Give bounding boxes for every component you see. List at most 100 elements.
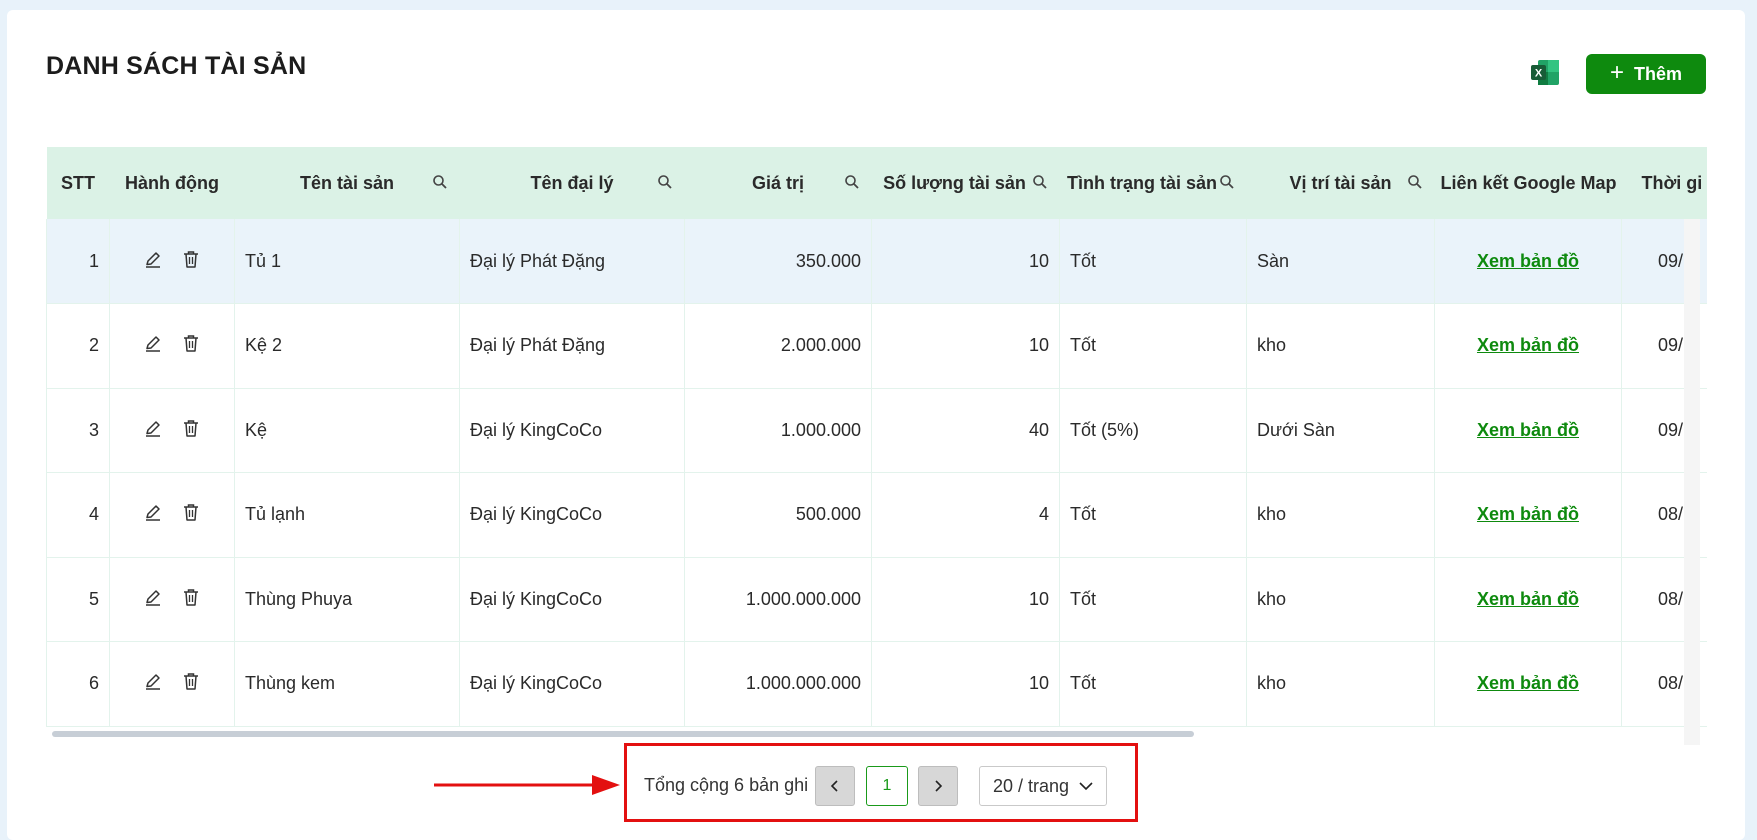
cell-stt: 3 [46, 388, 110, 473]
map-link[interactable]: Xem bản đồ [1477, 335, 1579, 355]
col-header-status: Tình trạng tài sản [1060, 147, 1247, 219]
cell-map-link: Xem bản đồ [1434, 641, 1622, 726]
cell-stt: 2 [46, 303, 110, 388]
add-button[interactable]: + Thêm [1586, 54, 1706, 94]
cell-agent-name: Đại lý Phát Đặng [459, 303, 685, 388]
cell-actions [109, 388, 235, 473]
cell-agent-name: Đại lý KingCoCo [459, 472, 685, 557]
map-link[interactable]: Xem bản đồ [1477, 251, 1579, 271]
table-row[interactable]: 2 Kệ 2 Đại lý Phát Đặng 2.000.000 10 Tốt kho Xe… [46, 303, 1707, 388]
table-row[interactable]: 5 Thùng Phuya Đại lý KingCoCo 1.000.000.000… [46, 557, 1707, 642]
col-header-stt: STT [61, 172, 95, 193]
chevron-right-icon [935, 780, 943, 792]
cell-status: Tốt [1059, 219, 1247, 304]
edit-icon[interactable] [143, 333, 163, 358]
edit-icon[interactable] [143, 418, 163, 443]
svg-text:X: X [1535, 68, 1543, 80]
col-header-agent-name: Tên đại lý [460, 147, 685, 219]
cell-stt: 6 [46, 641, 110, 726]
map-link[interactable]: Xem bản đồ [1477, 420, 1579, 440]
search-icon[interactable] [657, 174, 673, 190]
map-link[interactable]: Xem bản đồ [1477, 589, 1579, 609]
page-title: DANH SÁCH TÀI SẢN [46, 52, 307, 80]
pagination-total: Tổng cộng 6 bản ghi [644, 775, 809, 795]
current-page-button[interactable]: 1 [866, 766, 908, 806]
cell-map-link: Xem bản đồ [1434, 219, 1622, 304]
col-header-location: Vị trí tài sản [1247, 147, 1435, 219]
search-icon[interactable] [1407, 174, 1423, 190]
delete-icon[interactable] [181, 587, 201, 612]
map-link[interactable]: Xem bản đồ [1477, 673, 1579, 693]
table-row[interactable]: 4 Tủ lạnh Đại lý KingCoCo 500.000 4 Tốt kho Xem… [46, 472, 1707, 557]
cell-status: Tốt [1059, 557, 1247, 642]
prev-page-button[interactable] [815, 766, 855, 806]
search-icon[interactable] [844, 174, 860, 190]
chevron-down-icon [1079, 782, 1093, 791]
cell-quantity: 10 [871, 303, 1060, 388]
cell-actions [109, 303, 235, 388]
page-size-label: 20 / trang [992, 775, 1070, 796]
cell-asset-name: Thùng kem [234, 641, 460, 726]
cell-quantity: 10 [871, 641, 1060, 726]
cell-stt: 4 [46, 472, 110, 557]
delete-icon[interactable] [181, 333, 201, 358]
col-header-map-link: Liên kết Google Map [1440, 172, 1617, 193]
cell-map-link: Xem bản đồ [1434, 303, 1622, 388]
cell-status: Tốt (5%) [1059, 388, 1247, 473]
cell-location: Dưới Sàn [1246, 388, 1435, 473]
edit-icon[interactable] [143, 587, 163, 612]
cell-map-link: Xem bản đồ [1434, 388, 1622, 473]
cell-status: Tốt [1059, 472, 1247, 557]
col-header-value: Giá trị [685, 147, 872, 219]
annotation-arrow [434, 775, 620, 795]
edit-icon[interactable] [143, 249, 163, 274]
cell-stt: 5 [46, 557, 110, 642]
cell-agent-name: Đại lý KingCoCo [459, 641, 685, 726]
table-row[interactable]: 3 Kệ Đại lý KingCoCo 1.000.000 40 Tốt (5%) Dướ… [46, 388, 1707, 473]
cell-quantity: 10 [871, 219, 1060, 304]
search-icon[interactable] [1219, 174, 1235, 190]
delete-icon[interactable] [181, 249, 201, 274]
add-button-label: Thêm [1634, 63, 1683, 84]
cell-agent-name: Đại lý KingCoCo [459, 388, 685, 473]
cell-quantity: 4 [871, 472, 1060, 557]
cell-status: Tốt [1059, 303, 1247, 388]
cell-stt: 1 [46, 219, 110, 304]
edit-icon[interactable] [143, 671, 163, 696]
delete-icon[interactable] [181, 502, 201, 527]
cell-value: 1.000.000.000 [684, 557, 872, 642]
cell-value: 350.000 [684, 219, 872, 304]
cell-quantity: 10 [871, 557, 1060, 642]
search-icon[interactable] [1032, 174, 1048, 190]
cell-map-link: Xem bản đồ [1434, 557, 1622, 642]
search-icon[interactable] [432, 174, 448, 190]
excel-icon[interactable]: X [1530, 59, 1560, 86]
delete-icon[interactable] [181, 671, 201, 696]
cell-actions [109, 641, 235, 726]
cell-value: 500.000 [684, 472, 872, 557]
col-header-asset-name: Tên tài sản [235, 147, 460, 219]
cell-asset-name: Tủ lạnh [234, 472, 460, 557]
horizontal-scrollbar[interactable] [52, 731, 1194, 737]
cell-agent-name: Đại lý KingCoCo [459, 557, 685, 642]
cell-location: kho [1246, 303, 1435, 388]
col-header-quantity: Số lượng tài sản [872, 147, 1060, 219]
col-header-actions: Hành động [125, 172, 219, 193]
vertical-scrollbar[interactable] [1684, 219, 1700, 745]
cell-actions [109, 472, 235, 557]
next-page-button[interactable] [918, 766, 958, 806]
map-link[interactable]: Xem bản đồ [1477, 504, 1579, 524]
table-row[interactable]: 6 Thùng kem Đại lý KingCoCo 1.000.000.000 10… [46, 641, 1707, 726]
cell-asset-name: Tủ 1 [234, 219, 460, 304]
page-size-select[interactable]: 20 / trang [979, 766, 1107, 806]
edit-icon[interactable] [143, 502, 163, 527]
cell-value: 1.000.000.000 [684, 641, 872, 726]
cell-value: 2.000.000 [684, 303, 872, 388]
cell-actions [109, 219, 235, 304]
cell-asset-name: Kệ [234, 388, 460, 473]
cell-location: kho [1246, 472, 1435, 557]
cell-agent-name: Đại lý Phát Đặng [459, 219, 685, 304]
table-row[interactable]: 1 Tủ 1 Đại lý Phát Đặng 350.000 10 Tốt Sàn Xem … [46, 219, 1707, 304]
delete-icon[interactable] [181, 418, 201, 443]
cell-asset-name: Kệ 2 [234, 303, 460, 388]
